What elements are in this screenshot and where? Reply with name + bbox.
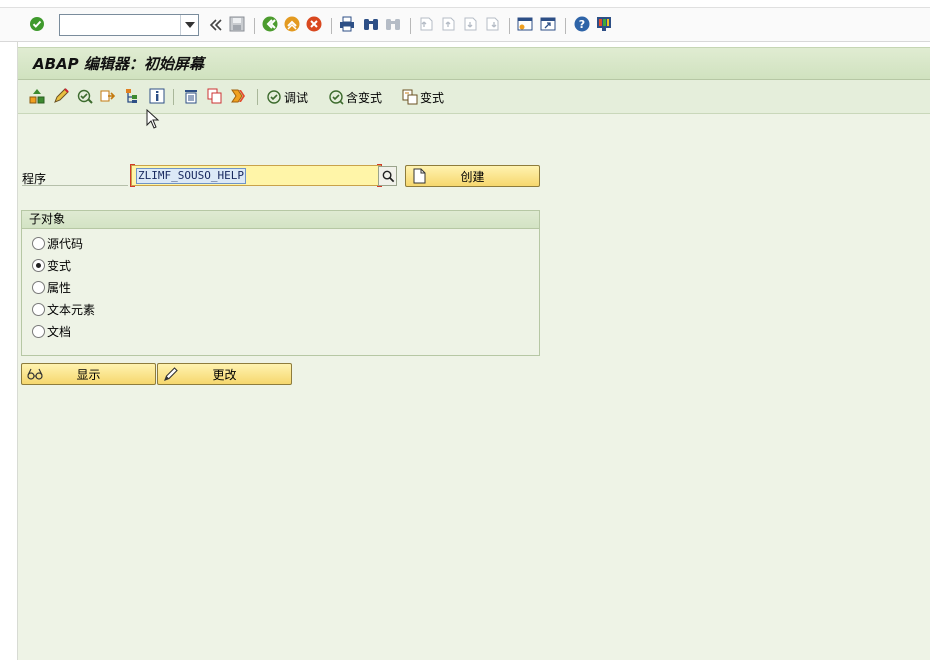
program-label: 程序 [22,168,128,186]
chevron-down-icon[interactable] [180,15,198,35]
delete-icon[interactable] [183,88,199,104]
execute-variant-icon [329,90,344,105]
help-icon[interactable]: ? [574,16,590,32]
copy-icon[interactable] [207,88,223,104]
pencil-icon [164,367,178,381]
collapse-command-icon[interactable] [207,17,223,33]
radio-button-selected[interactable] [32,258,45,272]
system-toolbar: ? [0,8,930,42]
last-page-icon[interactable] [484,16,500,32]
radio-option-text-elements[interactable]: 文本元素 [32,300,95,318]
radio-label: 属性 [47,280,72,295]
program-input[interactable]: ZLIMF_SOUSO_HELP [130,164,382,187]
search-icon [382,170,395,183]
debug-button[interactable]: 调试 [266,87,308,107]
first-page-icon[interactable] [418,16,434,32]
with-variant-label: 含变式 [346,90,383,105]
program-input-value: ZLIMF_SOUSO_HELP [136,168,246,184]
find-next-icon[interactable] [385,16,401,32]
radio-button[interactable] [32,324,45,338]
next-page-icon[interactable] [462,16,478,32]
radio-label: 变式 [47,258,72,273]
save-icon[interactable] [229,16,245,32]
execute-with-variant-button[interactable]: 含变式 [328,87,382,107]
display-button[interactable]: 显示 [21,363,156,385]
svg-text:?: ? [579,18,585,31]
debug-icon [267,90,281,104]
value-help-button[interactable] [378,166,397,186]
enter-icon[interactable] [29,16,45,32]
find-icon[interactable] [363,16,379,32]
radio-option-attributes[interactable]: 属性 [32,278,71,296]
variants-icon [402,89,418,105]
screen-title: ABAP 编辑器：初始屏幕 [33,55,204,73]
shortcut-icon[interactable] [540,16,556,32]
edit-pen-icon[interactable] [53,88,69,104]
menu-bar[interactable] [0,0,930,8]
radio-label: 文本元素 [47,302,96,317]
radio-option-variants[interactable]: 变式 [32,256,71,274]
activate-icon[interactable] [100,88,116,104]
rename-icon[interactable] [231,88,247,104]
title-bar: ABAP 编辑器：初始屏幕 [18,47,930,80]
where-used-icon[interactable] [125,88,141,104]
glasses-icon [27,368,43,380]
radio-button[interactable] [32,236,45,250]
other-object-icon[interactable] [29,88,45,104]
debug-label: 调试 [284,90,309,105]
radio-option-source-code[interactable]: 源代码 [32,234,83,252]
command-field[interactable] [59,14,199,36]
subobjects-group: 子对象 源代码 变式 属性 文本元素 文档 [21,210,540,356]
radio-label: 文档 [47,324,72,339]
subobjects-group-title: 子对象 [22,211,539,229]
variants-button[interactable]: 变式 [402,87,444,107]
variants-label: 变式 [420,90,445,105]
back-icon[interactable] [262,16,278,32]
change-button[interactable]: 更改 [157,363,292,385]
left-gutter [0,42,18,660]
mouse-cursor-icon [146,109,160,129]
customize-icon[interactable] [596,16,612,32]
cancel-icon[interactable] [306,16,322,32]
prev-page-icon[interactable] [440,16,456,32]
check-icon[interactable] [77,88,93,104]
radio-button[interactable] [32,302,45,316]
print-icon[interactable] [339,16,355,32]
radio-label: 源代码 [47,236,84,251]
new-document-icon [413,168,426,184]
info-icon[interactable] [149,88,165,104]
radio-button[interactable] [32,280,45,294]
create-button[interactable]: 创建 [405,165,540,187]
radio-option-documentation[interactable]: 文档 [32,322,71,340]
exit-icon[interactable] [284,16,300,32]
new-session-icon[interactable] [517,16,533,32]
